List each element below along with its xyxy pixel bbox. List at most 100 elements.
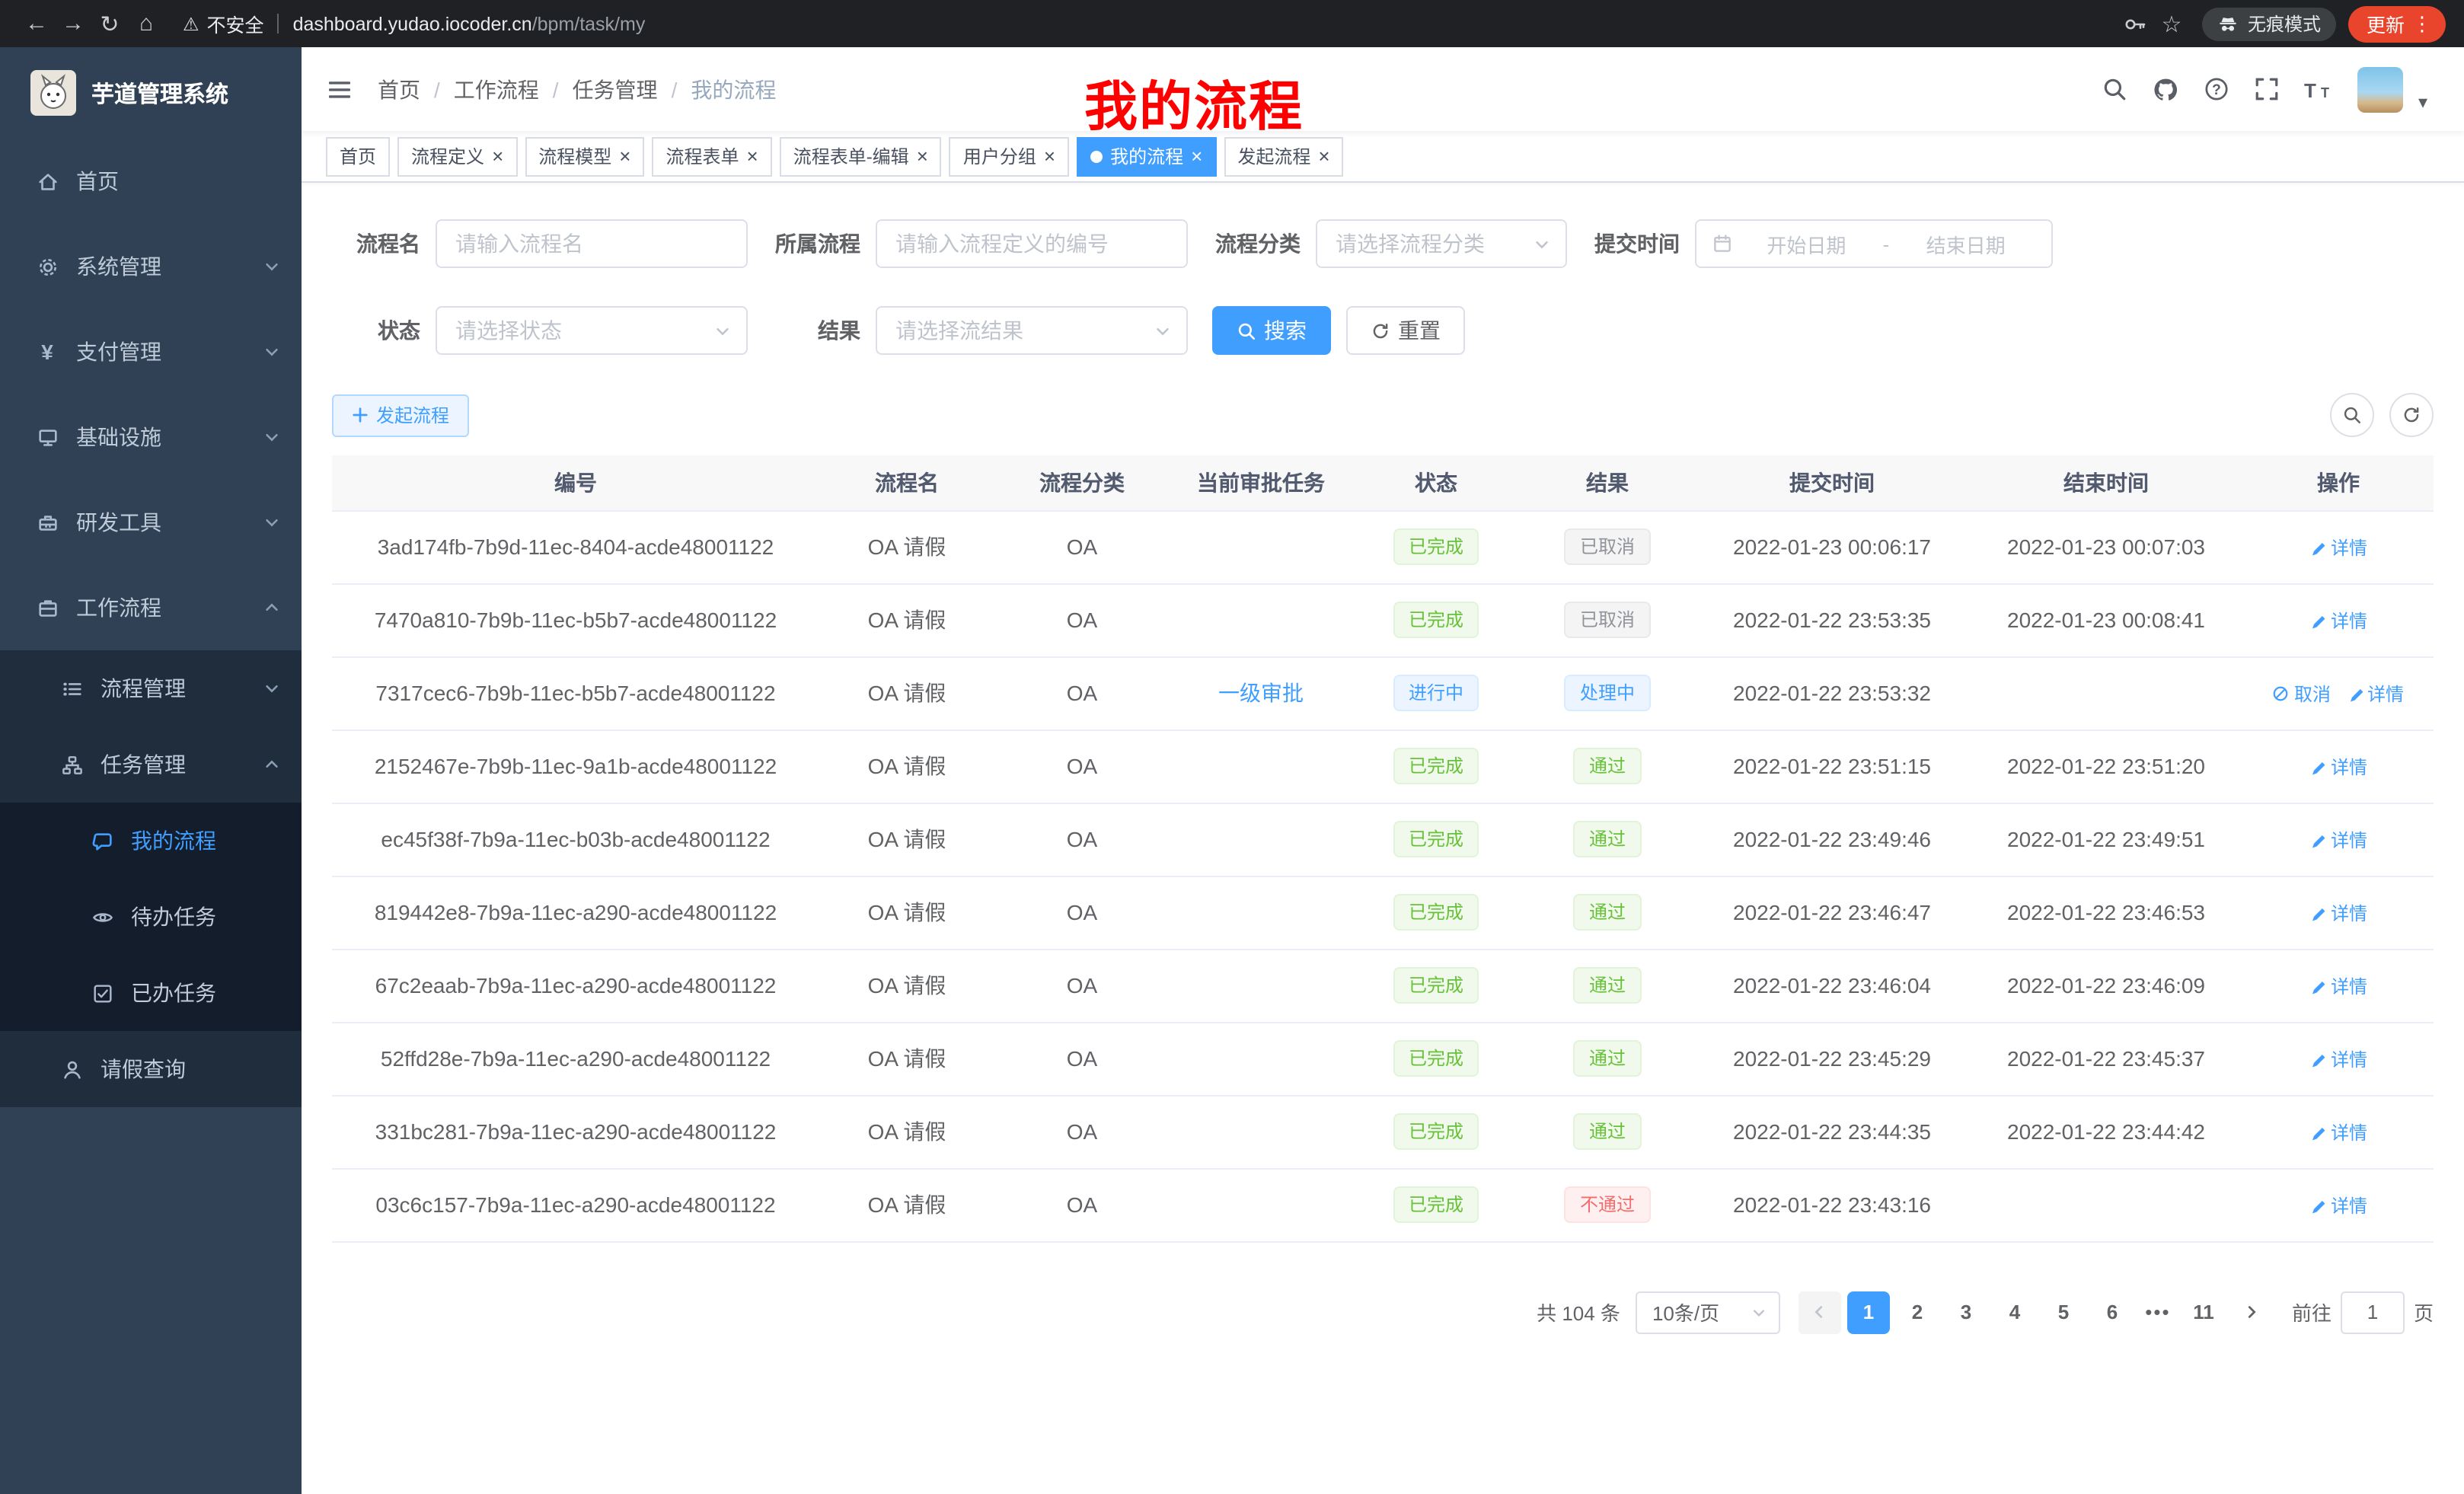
update-button[interactable]: 更新 <box>2348 5 2446 42</box>
detail-link[interactable]: 详情 <box>2309 1045 2367 1071</box>
cell-status: 已完成 <box>1352 583 1520 656</box>
next-page-button[interactable] <box>2231 1291 2274 1333</box>
cell-id: 3ad174fb-7b9d-11ec-8404-acde48001122 <box>332 510 819 583</box>
search-button[interactable]: 搜索 <box>1212 306 1331 355</box>
initiate-process-button[interactable]: 发起流程 <box>332 394 469 436</box>
goto-page-input[interactable] <box>2341 1291 2405 1333</box>
breadcrumb-item[interactable]: 工作流程 <box>454 74 539 104</box>
result-select[interactable]: 请选择流结果 <box>876 306 1188 355</box>
browser-home-icon[interactable] <box>128 11 164 37</box>
close-icon[interactable] <box>747 146 758 166</box>
close-icon[interactable] <box>492 146 503 166</box>
chevron-down-icon <box>1534 235 1550 252</box>
filter-label: 提交时间 <box>1591 228 1680 259</box>
status-select[interactable]: 请选择状态 <box>436 306 748 355</box>
font-size-icon[interactable]: TT <box>2304 77 2333 101</box>
breadcrumb-item[interactable]: 任务管理 <box>573 74 658 104</box>
browser-reload-icon[interactable] <box>91 10 128 37</box>
detail-link[interactable]: 详情 <box>2346 680 2404 706</box>
reset-button[interactable]: 重置 <box>1346 306 1465 355</box>
bookmark-star-icon[interactable] <box>2153 5 2190 42</box>
submit-time-range[interactable]: 开始日期 - 结束日期 <box>1695 219 2053 268</box>
cell-submit-time: 2022-01-22 23:49:46 <box>1695 803 1969 876</box>
sidebar-item-my-process[interactable]: 我的流程 <box>0 803 302 879</box>
page-size-select[interactable]: 10条/页 <box>1636 1291 1780 1333</box>
cell-result: 通过 <box>1520 949 1695 1022</box>
avatar[interactable] <box>2357 66 2403 112</box>
page-number[interactable]: 1 <box>1847 1291 1890 1333</box>
close-icon[interactable] <box>1044 146 1055 166</box>
sidebar-item-leave-query[interactable]: 请假查询 <box>0 1031 302 1107</box>
page-number[interactable]: 2 <box>1896 1291 1939 1333</box>
tab-user-group[interactable]: 用户分组 <box>950 136 1069 176</box>
page-number[interactable]: 4 <box>1993 1291 2036 1333</box>
browser-menu-icon[interactable] <box>2412 11 2432 36</box>
sidebar-item-done-tasks[interactable]: 已办任务 <box>0 955 302 1031</box>
sidebar-item-task-mgmt[interactable]: 任务管理 <box>0 726 302 803</box>
sidebar-item-todo-tasks[interactable]: 待办任务 <box>0 879 302 955</box>
cell-category: OA <box>994 656 1170 729</box>
sidebar-item-payment[interactable]: 支付管理 <box>0 309 302 394</box>
close-icon[interactable] <box>1318 146 1329 166</box>
chevron-down-icon[interactable] <box>2418 91 2427 112</box>
page-number[interactable]: 3 <box>1945 1291 1987 1333</box>
cell-end-time: 2022-01-22 23:44:42 <box>1969 1095 2243 1168</box>
tab-home[interactable]: 首页 <box>326 136 390 176</box>
search-toggle-button[interactable] <box>2330 393 2374 437</box>
browser-forward-icon[interactable] <box>55 11 91 37</box>
status-badge: 已完成 <box>1393 894 1479 931</box>
detail-link[interactable]: 详情 <box>2309 972 2367 998</box>
help-icon[interactable]: ? <box>2204 76 2229 102</box>
sidebar-item-workflow[interactable]: 工作流程 <box>0 565 302 650</box>
page-number[interactable]: 5 <box>2042 1291 2085 1333</box>
close-icon[interactable] <box>1191 146 1202 166</box>
breadcrumb-item[interactable]: 首页 <box>378 74 420 104</box>
page-number[interactable]: 11 <box>2182 1291 2225 1333</box>
cell-status: 已完成 <box>1352 1022 1520 1095</box>
detail-link[interactable]: 详情 <box>2309 1119 2367 1144</box>
tab-process-form-edit[interactable]: 流程表单-编辑 <box>780 136 942 176</box>
address-bar[interactable]: 不安全 dashboard.yudao.iocoder.cn/bpm/task/… <box>183 9 645 38</box>
sidebar-item-system[interactable]: 系统管理 <box>0 224 302 309</box>
detail-link[interactable]: 详情 <box>2309 826 2367 852</box>
close-icon[interactable] <box>917 146 928 166</box>
tab-initiate-process[interactable]: 发起流程 <box>1224 136 1343 176</box>
browser-back-icon[interactable] <box>18 11 55 37</box>
detail-link[interactable]: 详情 <box>2309 534 2367 560</box>
cell-category: OA <box>994 729 1170 803</box>
cell-status: 已完成 <box>1352 876 1520 949</box>
current-task-link[interactable]: 一级审批 <box>1218 678 1304 708</box>
hamburger-icon[interactable] <box>302 75 378 103</box>
tab-process-form[interactable]: 流程表单 <box>652 136 771 176</box>
sidebar-item-process-mgmt[interactable]: 流程管理 <box>0 650 302 726</box>
detail-link[interactable]: 详情 <box>2309 753 2367 779</box>
process-name-input[interactable] <box>436 219 748 268</box>
category-select[interactable]: 请选择流程分类 <box>1316 219 1567 268</box>
sidebar-item-infrastructure[interactable]: 基础设施 <box>0 394 302 480</box>
filter-submit-time: 提交时间 开始日期 - 结束日期 <box>1591 219 2053 268</box>
navbar-actions: ? TT <box>2102 66 2464 112</box>
search-icon[interactable] <box>2102 76 2127 102</box>
detail-link[interactable]: 详情 <box>2309 1192 2367 1218</box>
tab-process-model[interactable]: 流程模型 <box>525 136 644 176</box>
sidebar-item-home[interactable]: 首页 <box>0 139 302 224</box>
detail-link[interactable]: 详情 <box>2309 899 2367 925</box>
process-definition-input[interactable] <box>876 219 1188 268</box>
close-icon[interactable] <box>619 146 630 166</box>
sidebar-item-devtools[interactable]: 研发工具 <box>0 480 302 565</box>
pagination-ellipsis[interactable]: ••• <box>2137 1301 2179 1323</box>
refresh-icon <box>2402 405 2421 425</box>
cancel-link[interactable]: 取消 <box>2273 680 2331 706</box>
github-icon[interactable] <box>2152 75 2179 103</box>
key-icon[interactable] <box>2117 5 2153 42</box>
security-warning-icon <box>183 13 199 34</box>
page-number[interactable]: 6 <box>2091 1291 2134 1333</box>
detail-link[interactable]: 详情 <box>2309 607 2367 633</box>
sidebar-logo: 芋道管理系统 <box>0 47 302 139</box>
fullscreen-icon[interactable] <box>2254 76 2280 102</box>
prev-page-button[interactable] <box>1799 1291 1841 1333</box>
refresh-button[interactable] <box>2389 393 2434 437</box>
tab-my-process[interactable]: 我的流程 <box>1077 136 1216 176</box>
tab-process-definition[interactable]: 流程定义 <box>397 136 517 176</box>
sidebar-item-label: 系统管理 <box>76 251 161 282</box>
